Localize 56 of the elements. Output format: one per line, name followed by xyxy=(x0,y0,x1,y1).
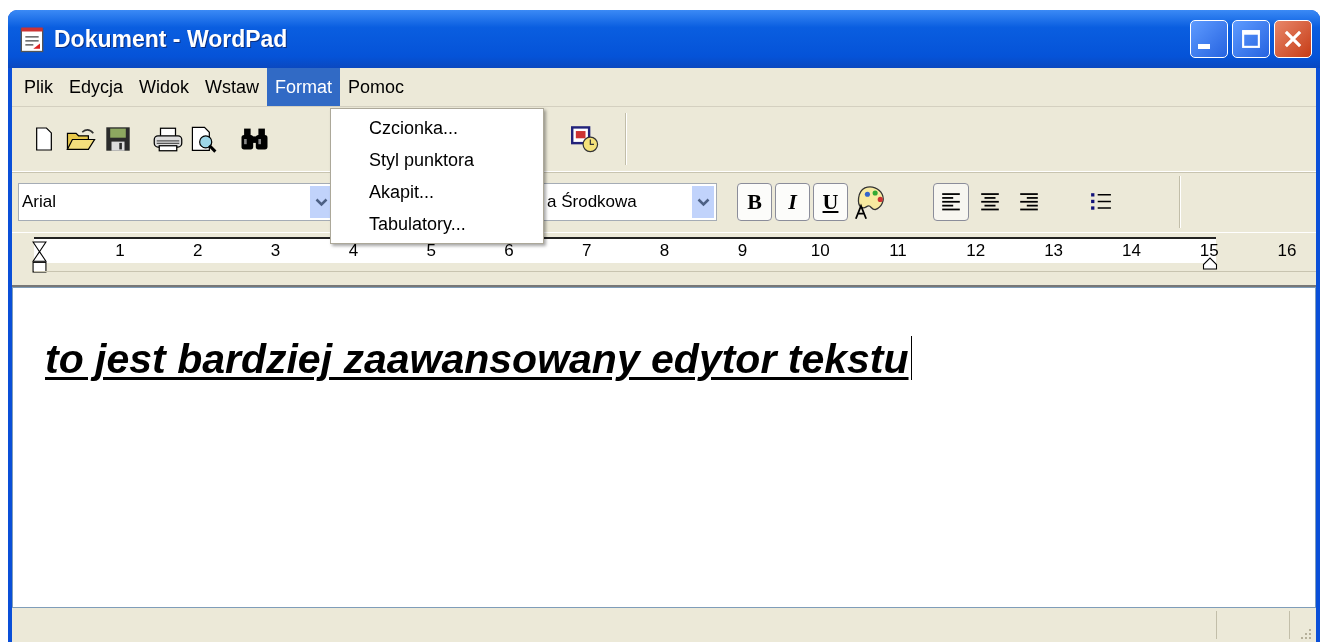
dropdown-button[interactable] xyxy=(692,186,714,218)
ruler-number: 2 xyxy=(192,241,204,261)
document-text: to jest bardziej zaawansowany edytor tekstu xyxy=(45,336,909,383)
align-right-icon xyxy=(1018,192,1040,212)
ruler-number: 5 xyxy=(425,241,437,261)
right-indent-marker-icon[interactable] xyxy=(1202,257,1218,270)
notepad-icon xyxy=(20,25,44,53)
open-folder-icon[interactable] xyxy=(65,126,97,152)
ruler-number: 1 xyxy=(114,241,126,261)
binoculars-icon[interactable] xyxy=(239,126,269,152)
indent-marker-icon[interactable] xyxy=(32,239,47,275)
maximize-button[interactable] xyxy=(1232,20,1270,58)
close-icon xyxy=(1283,29,1303,49)
italic-button[interactable]: I xyxy=(775,183,810,221)
menu-item[interactable]: Plik xyxy=(16,68,61,106)
align-left-button[interactable] xyxy=(933,183,969,221)
chevron-down-icon xyxy=(314,197,328,207)
chevron-down-icon xyxy=(696,197,710,207)
menu-item[interactable]: Styl punktora xyxy=(331,144,543,176)
ruler-number: 10 xyxy=(809,241,831,261)
underline-button[interactable]: U xyxy=(813,183,848,221)
ruler-number: 3 xyxy=(269,241,282,261)
bold-button[interactable]: B xyxy=(737,183,772,221)
printer-icon[interactable] xyxy=(153,126,183,152)
menu-item[interactable]: Widok xyxy=(131,68,198,106)
ruler-number: 6 xyxy=(503,241,515,261)
ruler-number: 16 xyxy=(1276,241,1298,261)
ruler-number: 9 xyxy=(736,241,749,261)
text-cursor xyxy=(910,336,912,380)
save-icon[interactable] xyxy=(103,126,133,152)
align-left-icon xyxy=(940,192,962,212)
ruler-number: 7 xyxy=(581,241,593,261)
menu-item[interactable]: Czcionka... xyxy=(331,112,543,144)
ruler-number: 8 xyxy=(658,241,671,261)
close-button[interactable] xyxy=(1274,20,1312,58)
ruler-number: 12 xyxy=(965,241,987,261)
script-dropdown[interactable]: a Środkowa xyxy=(543,183,717,221)
dropdown-button[interactable] xyxy=(310,186,332,218)
maximize-icon xyxy=(1241,29,1261,49)
ruler-number: 15 xyxy=(1198,241,1220,261)
align-center-icon xyxy=(979,192,1001,212)
menu-item[interactable]: Edycja xyxy=(61,68,132,106)
document-area[interactable]: to jest bardziej zaawansowany edytor tekstu xyxy=(12,287,1316,608)
menu-item[interactable]: Wstaw xyxy=(197,68,268,106)
ruler-number: 13 xyxy=(1043,241,1065,261)
ruler-number: 11 xyxy=(888,241,908,261)
resize-grip-icon[interactable] xyxy=(1298,626,1312,640)
date-time-icon[interactable] xyxy=(570,125,600,153)
menu-item[interactable]: Pomoc xyxy=(340,68,413,106)
print-preview-icon[interactable] xyxy=(189,125,219,153)
minimize-icon xyxy=(1198,43,1210,49)
menu-item[interactable]: Format xyxy=(267,68,341,106)
ruler-number: 4 xyxy=(347,241,360,261)
minimize-button[interactable] xyxy=(1190,20,1228,58)
window-title: Dokument - WordPad xyxy=(54,25,289,53)
ruler-number: 14 xyxy=(1120,241,1142,261)
